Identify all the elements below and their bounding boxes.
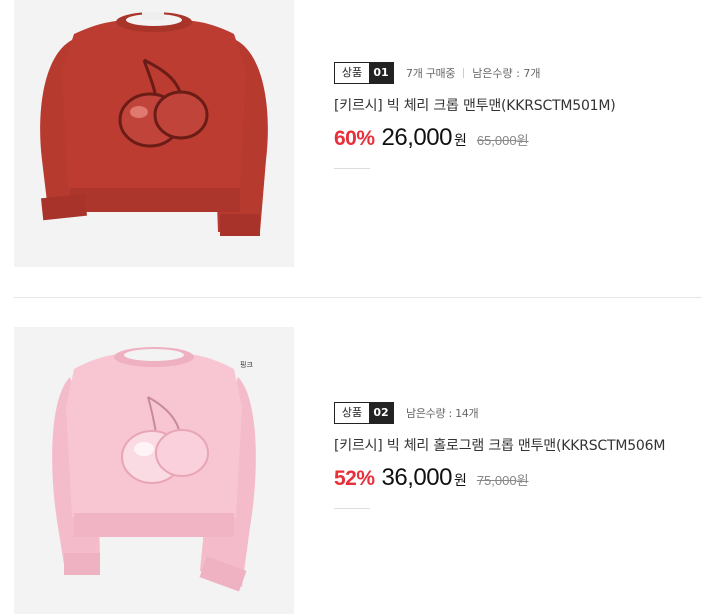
price-row: 52% 36,000 원 75,000 원 <box>334 464 702 492</box>
sweatshirt-image: 핑크 <box>14 327 294 614</box>
currency-unit: 원 <box>453 133 467 149</box>
product-title[interactable]: [키르시] 빅 체리 크롭 맨투맨(KKRSCTM501M) <box>334 96 702 116</box>
sale-price: 36,000 <box>381 464 453 491</box>
product-badge: 상품 02 <box>334 402 394 424</box>
stock-remaining: 남은수량 : 14개 <box>406 407 479 420</box>
original-currency-unit: 원 <box>516 474 529 489</box>
product-item: 상품 01 7개 구매중 남은수량 : 7개 [키르시] 빅 체리 크롭 맨투맨… <box>0 0 702 270</box>
discount-rate: 52% <box>334 467 375 490</box>
badge-number: 02 <box>369 403 393 423</box>
section-divider <box>14 297 702 298</box>
product-meta: 상품 02 남은수량 : 14개 <box>334 402 702 424</box>
product-image[interactable]: 핑크 <box>14 327 294 614</box>
badge-label: 상품 <box>335 63 369 83</box>
badge-number: 01 <box>369 63 393 83</box>
sweatshirt-image <box>14 0 294 267</box>
image-caption: 핑크 <box>240 360 253 369</box>
original-price: 65,000 <box>476 133 517 148</box>
badge-label: 상품 <box>335 403 369 423</box>
product-meta: 상품 01 7개 구매중 남은수량 : 7개 <box>334 62 702 84</box>
meta-separator <box>463 68 465 78</box>
short-divider <box>334 508 370 509</box>
product-badge: 상품 01 <box>334 62 394 84</box>
product-image[interactable] <box>14 0 294 267</box>
product-item: 핑크 상품 02 남은수량 : 14개 [키르시] 빅 체리 홀로그램 크롭 맨… <box>0 327 702 614</box>
stock-remaining: 남은수량 : 7개 <box>472 67 541 80</box>
currency-unit: 원 <box>453 473 467 489</box>
product-title[interactable]: [키르시] 빅 체리 홀로그램 크롭 맨투맨(KKRSCTM506M <box>334 436 702 456</box>
purchase-count: 7개 구매중 <box>406 67 456 80</box>
original-price: 75,000 <box>476 473 517 488</box>
sale-price: 26,000 <box>381 124 453 151</box>
short-divider <box>334 168 370 169</box>
discount-rate: 60% <box>334 127 375 150</box>
original-currency-unit: 원 <box>516 134 529 149</box>
price-row: 60% 26,000 원 65,000 원 <box>334 124 702 152</box>
